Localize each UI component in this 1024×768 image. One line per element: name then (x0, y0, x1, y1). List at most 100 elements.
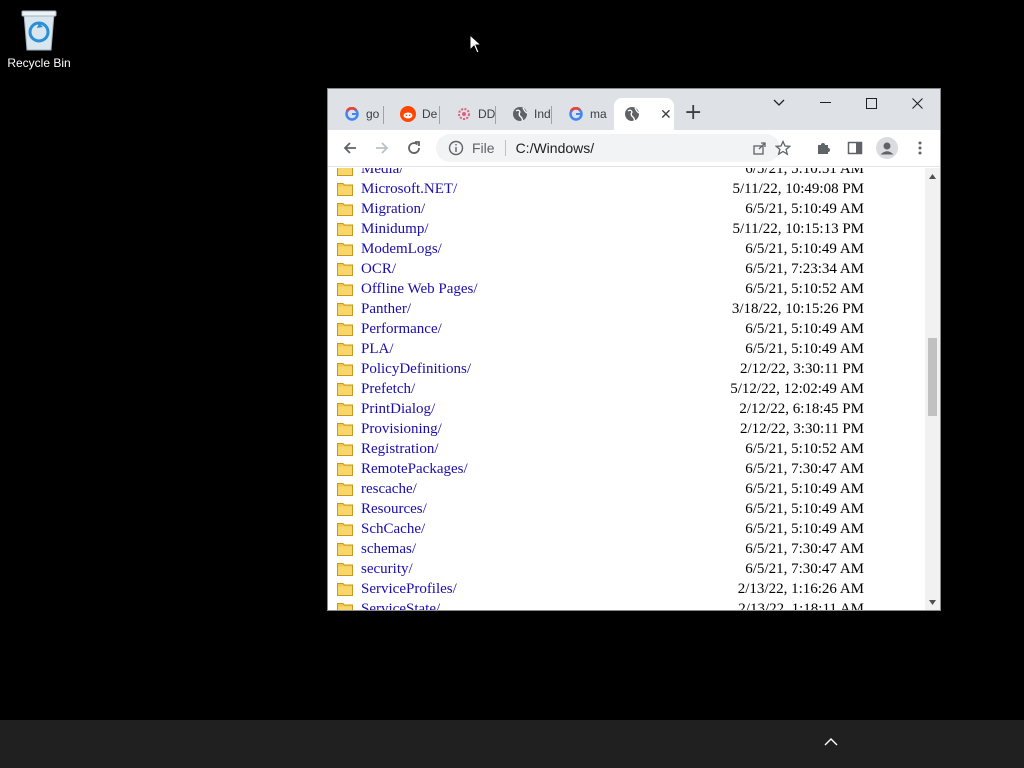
folder-icon (337, 303, 353, 316)
tab-5[interactable]: ma (552, 98, 610, 130)
tab-search-icon[interactable] (756, 89, 802, 117)
tab-1[interactable]: go (328, 98, 384, 130)
folder-link[interactable]: SchCache/ (361, 521, 425, 538)
address-bar[interactable]: File C:/Windows/ (436, 134, 780, 162)
forward-arrow-icon[interactable] (372, 138, 392, 158)
google-icon (344, 106, 360, 122)
extensions-icon[interactable] (813, 138, 833, 158)
folder-link[interactable]: Panther/ (361, 301, 411, 318)
back-arrow-icon[interactable] (340, 138, 360, 158)
table-row: SchCache/6/5/21, 5:10:49 AM (328, 519, 926, 539)
tab-6-active[interactable]: ✕ (614, 98, 674, 130)
folder-link[interactable]: Migration/ (361, 201, 425, 218)
modified-date: 2/12/22, 3:30:11 PM (739, 420, 864, 437)
folder-icon (337, 503, 353, 516)
modified-date: 6/5/21, 5:10:49 AM (745, 500, 864, 517)
tab-4[interactable]: Ind (496, 98, 552, 130)
folder-link[interactable]: Media/ (361, 168, 404, 178)
modified-date: 6/5/21, 5:10:51 AM (745, 168, 864, 177)
modified-date: 2/12/22, 6:18:45 PM (739, 400, 864, 417)
modified-date: 6/5/21, 5:10:49 AM (745, 200, 864, 217)
menu-kebab-icon[interactable] (910, 138, 930, 158)
modified-date: 6/5/21, 5:10:52 AM (745, 280, 864, 297)
folder-link[interactable]: ModemLogs/ (361, 241, 442, 258)
table-row: security/6/5/21, 7:30:47 AM (328, 559, 926, 579)
folder-link[interactable]: RemotePackages/ (361, 461, 468, 478)
scroll-down-arrow-icon[interactable] (928, 598, 937, 607)
google-icon (568, 106, 584, 122)
folder-link[interactable]: Offline Web Pages/ (361, 281, 478, 298)
recycle-bin-shortcut[interactable]: Recycle Bin (6, 8, 72, 70)
folder-link[interactable]: Microsoft.NET/ (361, 181, 457, 198)
modified-date: 6/5/21, 7:23:34 AM (745, 260, 864, 277)
folder-icon (337, 283, 353, 296)
show-hidden-icons-chevron-icon[interactable] (824, 737, 838, 747)
share-icon[interactable] (752, 140, 768, 159)
folder-icon (337, 203, 353, 216)
table-row: Registration/6/5/21, 5:10:52 AM (328, 439, 926, 459)
reload-icon[interactable] (404, 138, 424, 158)
close-window-icon[interactable] (894, 89, 940, 117)
folder-icon (337, 463, 353, 476)
folder-link[interactable]: Prefetch/ (361, 381, 415, 398)
modified-date: 6/5/21, 5:10:49 AM (745, 480, 864, 497)
scheme-label: File (472, 140, 495, 156)
modified-date: 2/12/22, 3:30:11 PM (739, 360, 864, 377)
table-row: OCR/6/5/21, 7:23:34 AM (328, 259, 926, 279)
folder-icon (337, 183, 353, 196)
side-panel-icon[interactable] (845, 138, 865, 158)
table-row: PolicyDefinitions/2/12/22, 3:30:11 PM (328, 359, 926, 379)
modified-date: 6/5/21, 7:30:47 AM (745, 560, 864, 577)
maximize-icon[interactable] (848, 89, 894, 117)
browser-toolbar: File C:/Windows/ (328, 130, 940, 167)
folder-icon (337, 543, 353, 556)
globe-icon (624, 106, 640, 122)
folder-link[interactable]: PrintDialog/ (361, 401, 435, 418)
folder-link[interactable]: Provisioning/ (361, 421, 442, 438)
folder-icon (337, 583, 353, 596)
scroll-up-arrow-icon[interactable] (928, 172, 937, 181)
minimize-icon[interactable] (802, 89, 848, 117)
vertical-scrollbar[interactable] (925, 168, 940, 610)
profile-avatar-icon[interactable] (875, 136, 899, 160)
taskbar (0, 720, 1024, 768)
folder-link[interactable]: PolicyDefinitions/ (361, 361, 471, 378)
tab-strip: go De DD Ind ma ✕ + (328, 89, 940, 130)
close-tab-icon[interactable]: ✕ (660, 106, 672, 123)
tab-label: Ind (534, 107, 551, 121)
modified-date: 6/5/21, 5:10:49 AM (745, 520, 864, 537)
folder-icon (337, 403, 353, 416)
folder-link[interactable]: OCR/ (361, 261, 396, 278)
folder-icon (337, 263, 353, 276)
table-row: Media/6/5/21, 5:10:51 AM (328, 168, 926, 179)
folder-link[interactable]: Resources/ (361, 501, 427, 518)
folder-link[interactable]: security/ (361, 561, 413, 578)
folder-link[interactable]: PLA/ (361, 341, 394, 358)
info-icon[interactable] (448, 140, 464, 156)
folder-link[interactable]: ServiceState/ (361, 601, 440, 611)
new-tab-icon[interactable]: + (684, 102, 702, 124)
folder-link[interactable]: Performance/ (361, 321, 442, 338)
folder-link[interactable]: rescache/ (361, 481, 417, 498)
tab-2[interactable]: De (384, 98, 440, 130)
folder-link[interactable]: ServiceProfiles/ (361, 581, 457, 598)
folder-icon (337, 483, 353, 496)
tab-3[interactable]: DD (440, 98, 496, 130)
table-row: RemotePackages/6/5/21, 7:30:47 AM (328, 459, 926, 479)
tab-label: De (422, 107, 438, 121)
folder-link[interactable]: Registration/ (361, 441, 439, 458)
folder-link[interactable]: schemas/ (361, 541, 416, 558)
table-row: Offline Web Pages/6/5/21, 5:10:52 AM (328, 279, 926, 299)
tab-label: go (366, 107, 380, 121)
folder-icon (337, 383, 353, 396)
table-row: Provisioning/2/12/22, 3:30:11 PM (328, 419, 926, 439)
gear-icon (456, 106, 472, 122)
scroll-thumb[interactable] (928, 338, 937, 416)
folder-link[interactable]: Minidump/ (361, 221, 429, 238)
table-row: ModemLogs/6/5/21, 5:10:49 AM (328, 239, 926, 259)
table-row: PLA/6/5/21, 5:10:49 AM (328, 339, 926, 359)
url-text[interactable]: C:/Windows/ (516, 140, 595, 156)
bookmark-star-icon[interactable] (773, 138, 793, 158)
table-row: rescache/6/5/21, 5:10:49 AM (328, 479, 926, 499)
folder-icon (337, 243, 353, 256)
